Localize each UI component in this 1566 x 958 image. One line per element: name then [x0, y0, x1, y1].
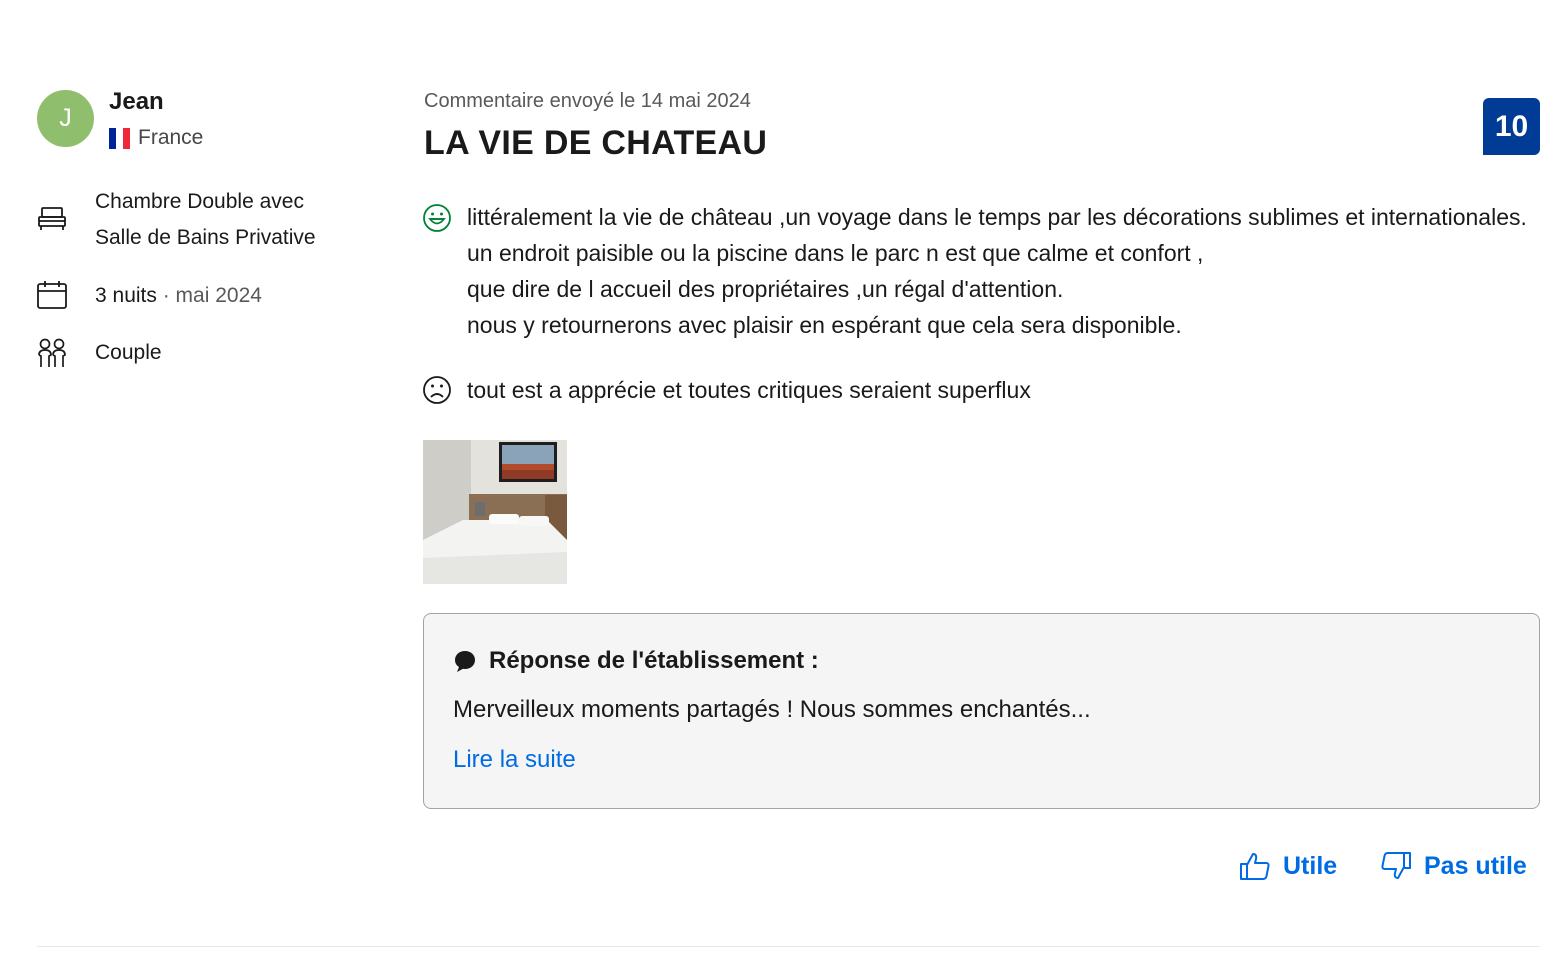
review-photo[interactable]: [423, 440, 567, 584]
score-badge: 10: [1483, 98, 1540, 155]
speech-bubble-icon: [455, 651, 475, 672]
traveler-type: Couple: [95, 341, 162, 364]
read-more-link[interactable]: Lire la suite: [453, 746, 576, 774]
response-header: Réponse de l'établissement :: [453, 647, 819, 675]
response-text: Merveilleux moments partagés ! Nous somm…: [453, 696, 1091, 723]
calendar-icon: [37, 281, 67, 309]
room-line-1: Chambre Double avec: [95, 190, 304, 213]
helpful-button[interactable]: Utile: [1239, 850, 1337, 882]
smiley-happy-icon: [423, 204, 451, 232]
response-title: Réponse de l'établissement :: [489, 647, 819, 674]
reviewer-country: France: [109, 126, 203, 150]
not-helpful-label: Pas utile: [1424, 851, 1527, 880]
review-title: LA VIE DE CHATEAU: [424, 124, 768, 162]
smiley-sad-icon: [423, 376, 451, 404]
divider: [37, 946, 1540, 947]
stay-duration: 3 nuits · mai 2024: [95, 278, 262, 314]
thumbs-up-icon: [1240, 853, 1270, 880]
country-label: France: [138, 126, 204, 149]
separator: ·: [156, 284, 176, 307]
france-flag-icon: [109, 127, 130, 149]
helpful-label: Utile: [1283, 851, 1338, 880]
stay-date: mai 2024: [175, 284, 262, 307]
nights-count: 3 nuits: [95, 284, 157, 307]
room-type: Chambre Double avec Salle de Bains Priva…: [95, 184, 316, 256]
review-negative: tout est a apprécie et toutes critiques …: [467, 377, 1031, 403]
thumbs-down-icon: [1381, 852, 1411, 879]
avatar: J: [37, 90, 94, 147]
couple-icon: [38, 338, 66, 367]
review-positive: littéralement la vie de château ,un voya…: [467, 204, 1527, 338]
not-helpful-button[interactable]: Pas utile: [1380, 850, 1527, 882]
room-line-2: Salle de Bains Privative: [95, 226, 316, 249]
reviewer-name: Jean: [109, 88, 164, 115]
bed-icon: [38, 207, 66, 230]
review-date: Commentaire envoyé le 14 mai 2024: [424, 90, 751, 112]
